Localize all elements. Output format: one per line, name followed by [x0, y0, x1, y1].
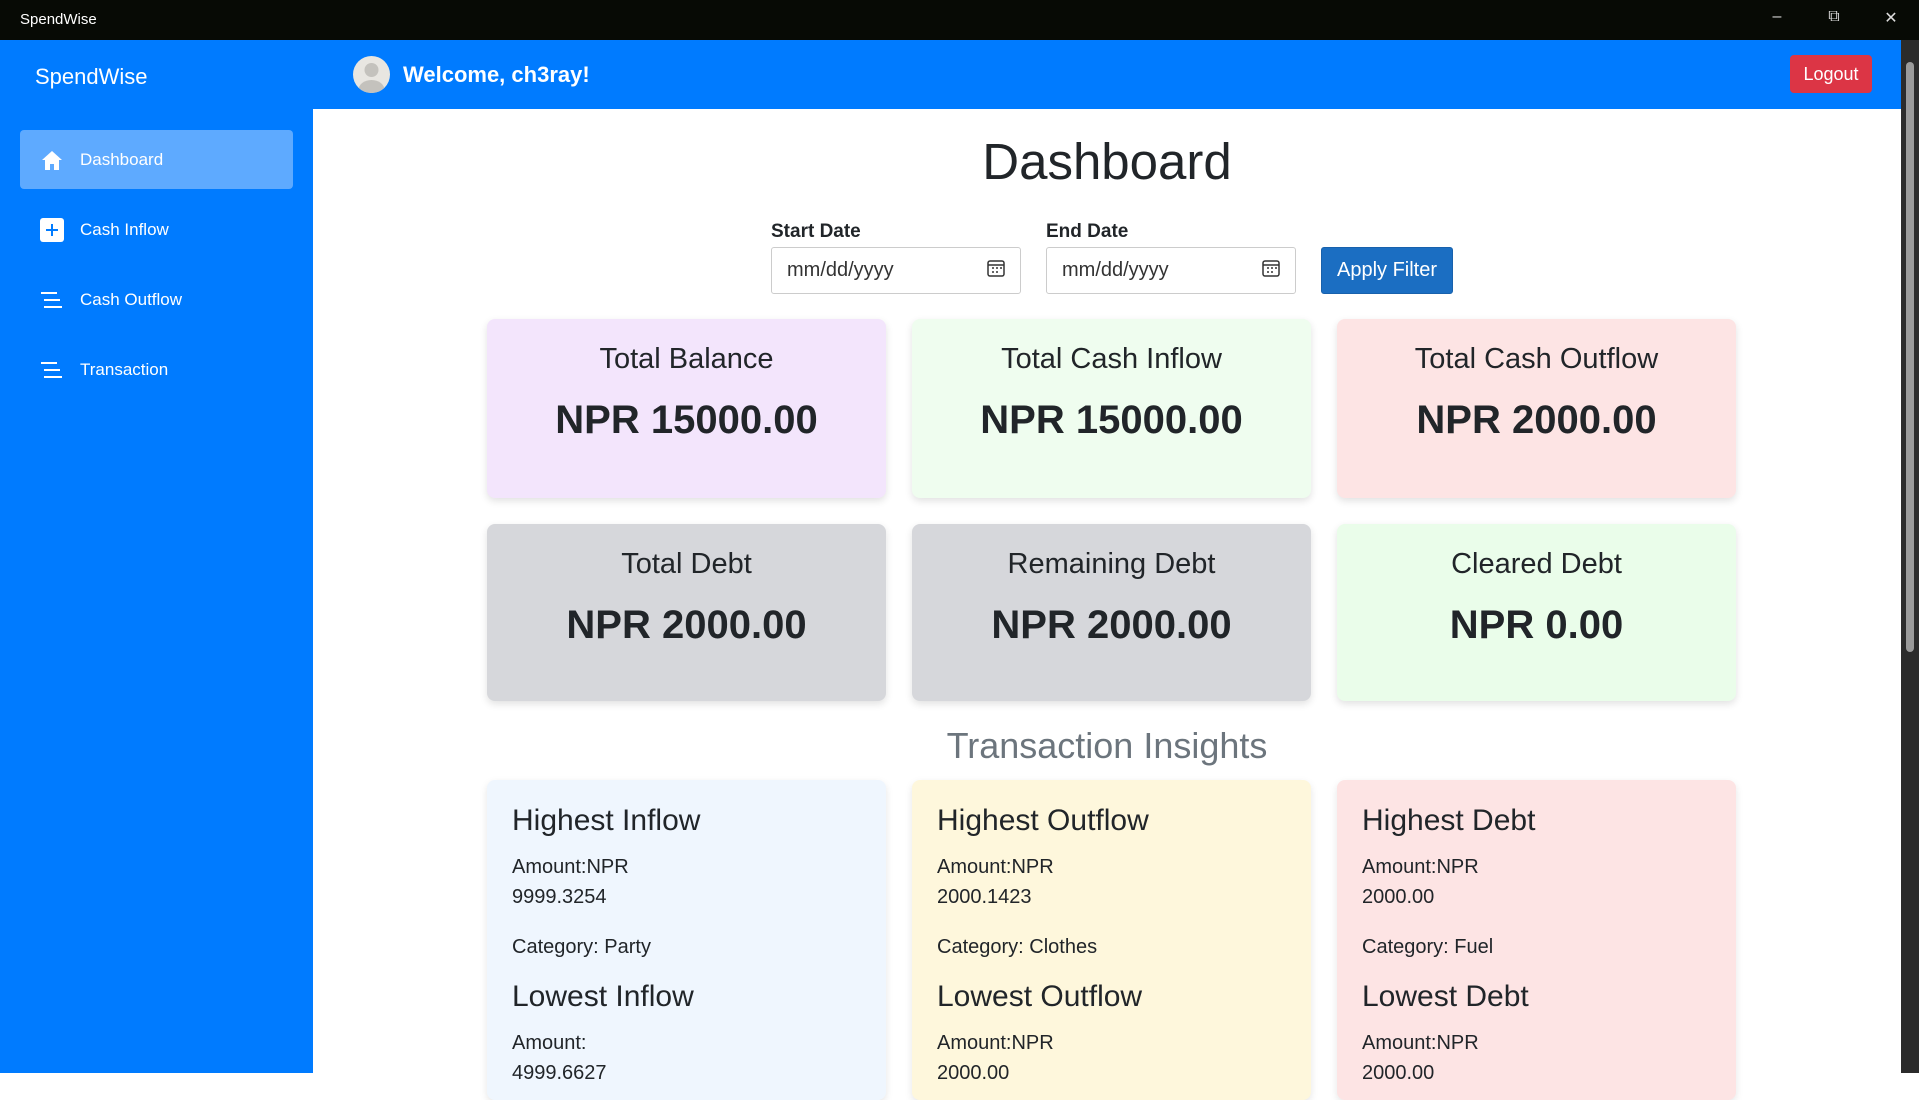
lowest-amount-label: Amount:	[512, 1032, 587, 1054]
highest-title: Highest Inflow	[512, 804, 701, 837]
lowest-amount-label: Amount:NPR	[937, 1032, 1054, 1054]
card-title: Total Cash Inflow	[1001, 343, 1222, 375]
minimize-icon[interactable]: –	[1762, 8, 1792, 26]
highest-category: Category: Party	[512, 936, 651, 958]
highest-category: Category: Clothes	[937, 936, 1098, 958]
apply-filter-button[interactable]: Apply Filter	[1321, 247, 1453, 294]
sidebar-item-label: Transaction	[80, 359, 169, 379]
sidebar-item-dashboard[interactable]: Dashboard	[20, 130, 293, 189]
list-icon	[40, 288, 64, 312]
summary-card: Cleared Debt NPR 0.00	[1337, 524, 1736, 701]
highest-amount: 2000.1423	[937, 886, 1032, 908]
lowest-amount-label: Amount:NPR	[1362, 1032, 1479, 1054]
highest-title: Highest Outflow	[937, 804, 1149, 837]
lowest-title: Lowest Debt	[1362, 980, 1529, 1013]
lowest-amount: 4999.6627	[512, 1062, 607, 1084]
card-value: NPR 0.00	[1449, 603, 1624, 647]
insight-card: Highest Inflow Amount:NPR 9999.3254 Cate…	[487, 780, 886, 1100]
insight-card: Highest Outflow Amount:NPR 2000.1423 Cat…	[912, 780, 1311, 1100]
home-icon	[40, 148, 64, 172]
summary-card: Total Cash Inflow NPR 15000.00	[912, 319, 1311, 498]
card-value: NPR 2000.00	[991, 603, 1232, 647]
calendar-icon[interactable]	[987, 259, 1005, 283]
page-title: Dashboard	[982, 133, 1232, 190]
card-value: NPR 15000.00	[555, 398, 818, 442]
summary-card: Total Debt NPR 2000.00	[487, 524, 886, 701]
start-date-label: Start Date	[771, 221, 861, 242]
card-title: Cleared Debt	[1451, 548, 1622, 580]
highest-amount: 2000.00	[1362, 886, 1435, 908]
end-date-input[interactable]: mm/dd/yyyy	[1046, 247, 1296, 294]
highest-amount-label: Amount:NPR	[1362, 856, 1479, 878]
sidebar: SpendWise Dashboard Cash Inflow Cash Out…	[0, 40, 313, 1073]
highest-amount-label: Amount:NPR	[937, 856, 1054, 878]
card-title: Remaining Debt	[1007, 548, 1216, 580]
sidebar-item-label: Cash Inflow	[80, 219, 169, 239]
lowest-amount: 2000.00	[1362, 1062, 1435, 1084]
highest-amount-label: Amount:NPR	[512, 856, 629, 878]
plus-square-icon	[40, 217, 64, 242]
end-date-label: End Date	[1046, 221, 1129, 242]
welcome-message: Welcome, ch3ray!	[403, 62, 590, 87]
card-title: Total Cash Outflow	[1414, 343, 1659, 375]
calendar-icon[interactable]	[1262, 259, 1280, 283]
sidebar-item-label: Cash Outflow	[80, 289, 183, 309]
sidebar-item-cash-outflow[interactable]: Cash Outflow	[20, 270, 293, 329]
card-value: NPR 2000.00	[1416, 398, 1657, 442]
summary-card: Remaining Debt NPR 2000.00	[912, 524, 1311, 701]
highest-amount: 9999.3254	[512, 886, 607, 908]
start-date-placeholder: mm/dd/yyyy	[787, 259, 894, 281]
highest-category: Category: Fuel	[1362, 936, 1494, 958]
lowest-amount: 2000.00	[937, 1062, 1010, 1084]
scrollbar-thumb[interactable]	[1906, 62, 1914, 652]
close-icon[interactable]: ✕	[1876, 8, 1906, 28]
card-title: Total Debt	[621, 548, 752, 580]
summary-card: Total Cash Outflow NPR 2000.00	[1337, 319, 1736, 498]
app-logo: SpendWise	[35, 64, 148, 89]
restore-icon[interactable]: ⧉	[1819, 8, 1849, 26]
summary-card: Total Balance NPR 15000.00	[487, 319, 886, 498]
sidebar-item-transaction[interactable]: Transaction	[20, 340, 293, 399]
lowest-title: Lowest Inflow	[512, 980, 694, 1013]
scrollbar[interactable]	[1901, 40, 1919, 1073]
logout-button[interactable]: Logout	[1790, 55, 1872, 93]
window-titlebar: SpendWise – ⧉ ✕	[0, 0, 1919, 40]
start-date-input[interactable]: mm/dd/yyyy	[771, 247, 1021, 294]
card-value: NPR 2000.00	[566, 603, 807, 647]
insight-card: Highest Debt Amount:NPR 2000.00 Category…	[1337, 780, 1736, 1100]
sidebar-item-label: Dashboard	[80, 149, 164, 169]
insights-heading: Transaction Insights	[946, 725, 1268, 766]
card-title: Total Balance	[599, 343, 774, 375]
window-title: SpendWise	[20, 11, 97, 28]
sidebar-item-cash-inflow[interactable]: Cash Inflow	[20, 200, 293, 259]
end-date-placeholder: mm/dd/yyyy	[1062, 259, 1169, 281]
lowest-title: Lowest Outflow	[937, 980, 1143, 1013]
highest-title: Highest Debt	[1362, 804, 1536, 837]
top-header: Welcome, ch3ray! Logout	[313, 40, 1901, 109]
card-value: NPR 15000.00	[980, 398, 1243, 442]
list-icon	[40, 358, 64, 382]
avatar	[353, 56, 390, 93]
